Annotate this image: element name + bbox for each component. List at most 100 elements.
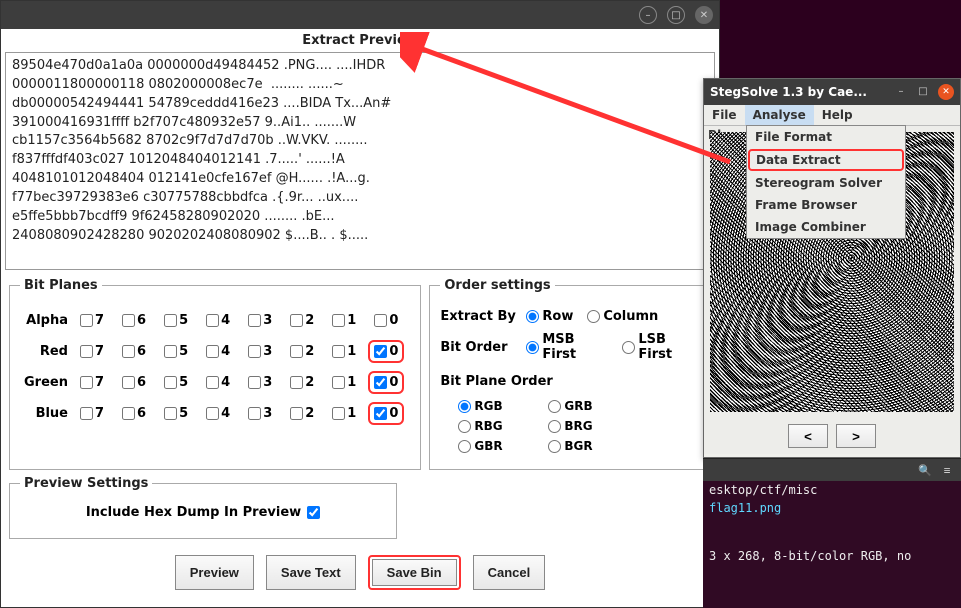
bit-label: 7 <box>95 313 104 328</box>
bit-label: 2 <box>305 313 314 328</box>
bit-label: 2 <box>305 406 314 421</box>
bit-label: 6 <box>137 375 146 390</box>
bpo-radio-gbr[interactable]: GBR <box>458 439 538 453</box>
bit-checkbox-red-3[interactable] <box>248 345 261 358</box>
bit-checkbox-alpha-3[interactable] <box>248 314 261 327</box>
bit-checkbox-alpha-1[interactable] <box>332 314 345 327</box>
bit-checkbox-green-4[interactable] <box>206 376 219 389</box>
bit-label: 1 <box>347 375 356 390</box>
include-hex-checkbox[interactable] <box>307 506 320 519</box>
preview-settings-panel: Preview Settings Include Hex Dump In Pre… <box>9 476 397 539</box>
terminal-file: flag11.png <box>703 499 961 517</box>
bit-checkbox-green-3[interactable] <box>248 376 261 389</box>
bit-checkbox-green-6[interactable] <box>122 376 135 389</box>
bpo-radio-rbg[interactable]: RBG <box>458 419 538 433</box>
steg-minimize-icon[interactable]: – <box>894 84 908 98</box>
dropdown-item-image-combiner[interactable]: Image Combiner <box>747 216 905 238</box>
bit-checkbox-green-2[interactable] <box>290 376 303 389</box>
bit-order-radio-lsb-first[interactable]: LSB First <box>622 332 700 362</box>
steg-maximize-icon[interactable]: □ <box>916 84 930 98</box>
bit-checkbox-red-6[interactable] <box>122 345 135 358</box>
stegsolve-menubar: FileAnalyseHelp <box>704 105 960 126</box>
preview-button[interactable]: Preview <box>175 555 254 590</box>
save-bin-button[interactable]: Save Bin <box>372 559 457 586</box>
bpo-radio-rgb[interactable]: RGB <box>458 399 538 413</box>
channel-label: Alpha <box>20 313 74 328</box>
channel-label: Green <box>20 375 74 390</box>
maximize-icon[interactable]: □ <box>667 6 685 24</box>
bit-checkbox-blue-4[interactable] <box>206 407 219 420</box>
preview-title: Extract Preview <box>1 29 719 50</box>
bit-checkbox-blue-1[interactable] <box>332 407 345 420</box>
extract-by-radio-column[interactable]: Column <box>587 309 658 324</box>
stegsolve-window: StegSolve 1.3 by Cae... – □ ✕ FileAnalys… <box>703 78 961 458</box>
bit-checkbox-alpha-0[interactable] <box>374 314 387 327</box>
bit-checkbox-red-1[interactable] <box>332 345 345 358</box>
bit-checkbox-blue-7[interactable] <box>80 407 93 420</box>
bit-label: 0 <box>389 375 398 390</box>
bit-label: 1 <box>347 406 356 421</box>
bit-checkbox-blue-6[interactable] <box>122 407 135 420</box>
prev-button[interactable]: < <box>788 424 828 448</box>
bit-label: 5 <box>179 406 188 421</box>
close-icon[interactable]: ✕ <box>695 6 713 24</box>
bit-checkbox-alpha-4[interactable] <box>206 314 219 327</box>
menu-analyse[interactable]: Analyse <box>745 105 814 125</box>
bit-label: 1 <box>347 313 356 328</box>
bit-checkbox-red-0[interactable] <box>374 345 387 358</box>
bit-label: 7 <box>95 344 104 359</box>
dropdown-item-file-format[interactable]: File Format <box>747 126 905 148</box>
bit-label: 4 <box>221 313 230 328</box>
bit-label: 6 <box>137 344 146 359</box>
extract-by-radio-row[interactable]: Row <box>526 309 573 324</box>
extract-window: – □ ✕ Extract Preview 89504e470d0a1a0a 0… <box>0 0 720 608</box>
bit-order-label: Bit Order <box>440 340 518 355</box>
bit-label: 6 <box>137 406 146 421</box>
dropdown-item-data-extract[interactable]: Data Extract <box>748 149 904 171</box>
bit-order-radio-msb-first[interactable]: MSB First <box>526 332 608 362</box>
term-search-icon[interactable]: 🔍 <box>917 464 933 477</box>
bit-label: 0 <box>389 344 398 359</box>
bit-label: 0 <box>389 406 398 421</box>
bit-checkbox-green-5[interactable] <box>164 376 177 389</box>
term-menu-icon[interactable]: ≡ <box>939 464 955 477</box>
order-settings-panel: Order settings Extract By RowColumn Bit … <box>429 278 711 470</box>
bit-checkbox-alpha-2[interactable] <box>290 314 303 327</box>
bit-checkbox-blue-2[interactable] <box>290 407 303 420</box>
bit-checkbox-blue-3[interactable] <box>248 407 261 420</box>
bit-plane-row-red: Red76543210 <box>20 340 410 363</box>
save-text-button[interactable]: Save Text <box>266 555 356 590</box>
bit-checkbox-blue-5[interactable] <box>164 407 177 420</box>
bit-checkbox-green-7[interactable] <box>80 376 93 389</box>
bit-checkbox-green-1[interactable] <box>332 376 345 389</box>
bit-checkbox-alpha-5[interactable] <box>164 314 177 327</box>
dropdown-item-stereogram-solver[interactable]: Stereogram Solver <box>747 172 905 194</box>
minimize-icon[interactable]: – <box>639 6 657 24</box>
bit-checkbox-red-2[interactable] <box>290 345 303 358</box>
bit-label: 0 <box>389 313 398 328</box>
bit-checkbox-red-4[interactable] <box>206 345 219 358</box>
menu-file[interactable]: File <box>704 105 745 125</box>
bit-label: 4 <box>221 406 230 421</box>
analyse-dropdown: File FormatData ExtractStereogram Solver… <box>746 125 906 239</box>
dropdown-item-frame-browser[interactable]: Frame Browser <box>747 194 905 216</box>
bpo-radio-grb[interactable]: GRB <box>548 399 628 413</box>
order-settings-legend: Order settings <box>440 278 554 293</box>
bit-checkbox-red-7[interactable] <box>80 345 93 358</box>
terminal-titlebar: 🔍 ≡ <box>703 459 961 481</box>
bit-checkbox-alpha-7[interactable] <box>80 314 93 327</box>
next-button[interactable]: > <box>836 424 876 448</box>
stegsolve-title: StegSolve 1.3 by Cae... <box>710 85 867 99</box>
bit-label: 3 <box>263 313 272 328</box>
steg-close-icon[interactable]: ✕ <box>938 84 954 100</box>
cancel-button[interactable]: Cancel <box>473 555 546 590</box>
bit-plane-order-title: Bit Plane Order <box>440 374 700 389</box>
bit-label: 7 <box>95 375 104 390</box>
bpo-radio-brg[interactable]: BRG <box>548 419 628 433</box>
bit-checkbox-green-0[interactable] <box>374 376 387 389</box>
bit-checkbox-alpha-6[interactable] <box>122 314 135 327</box>
bpo-radio-bgr[interactable]: BGR <box>548 439 628 453</box>
bit-checkbox-red-5[interactable] <box>164 345 177 358</box>
bit-checkbox-blue-0[interactable] <box>374 407 387 420</box>
menu-help[interactable]: Help <box>814 105 861 125</box>
